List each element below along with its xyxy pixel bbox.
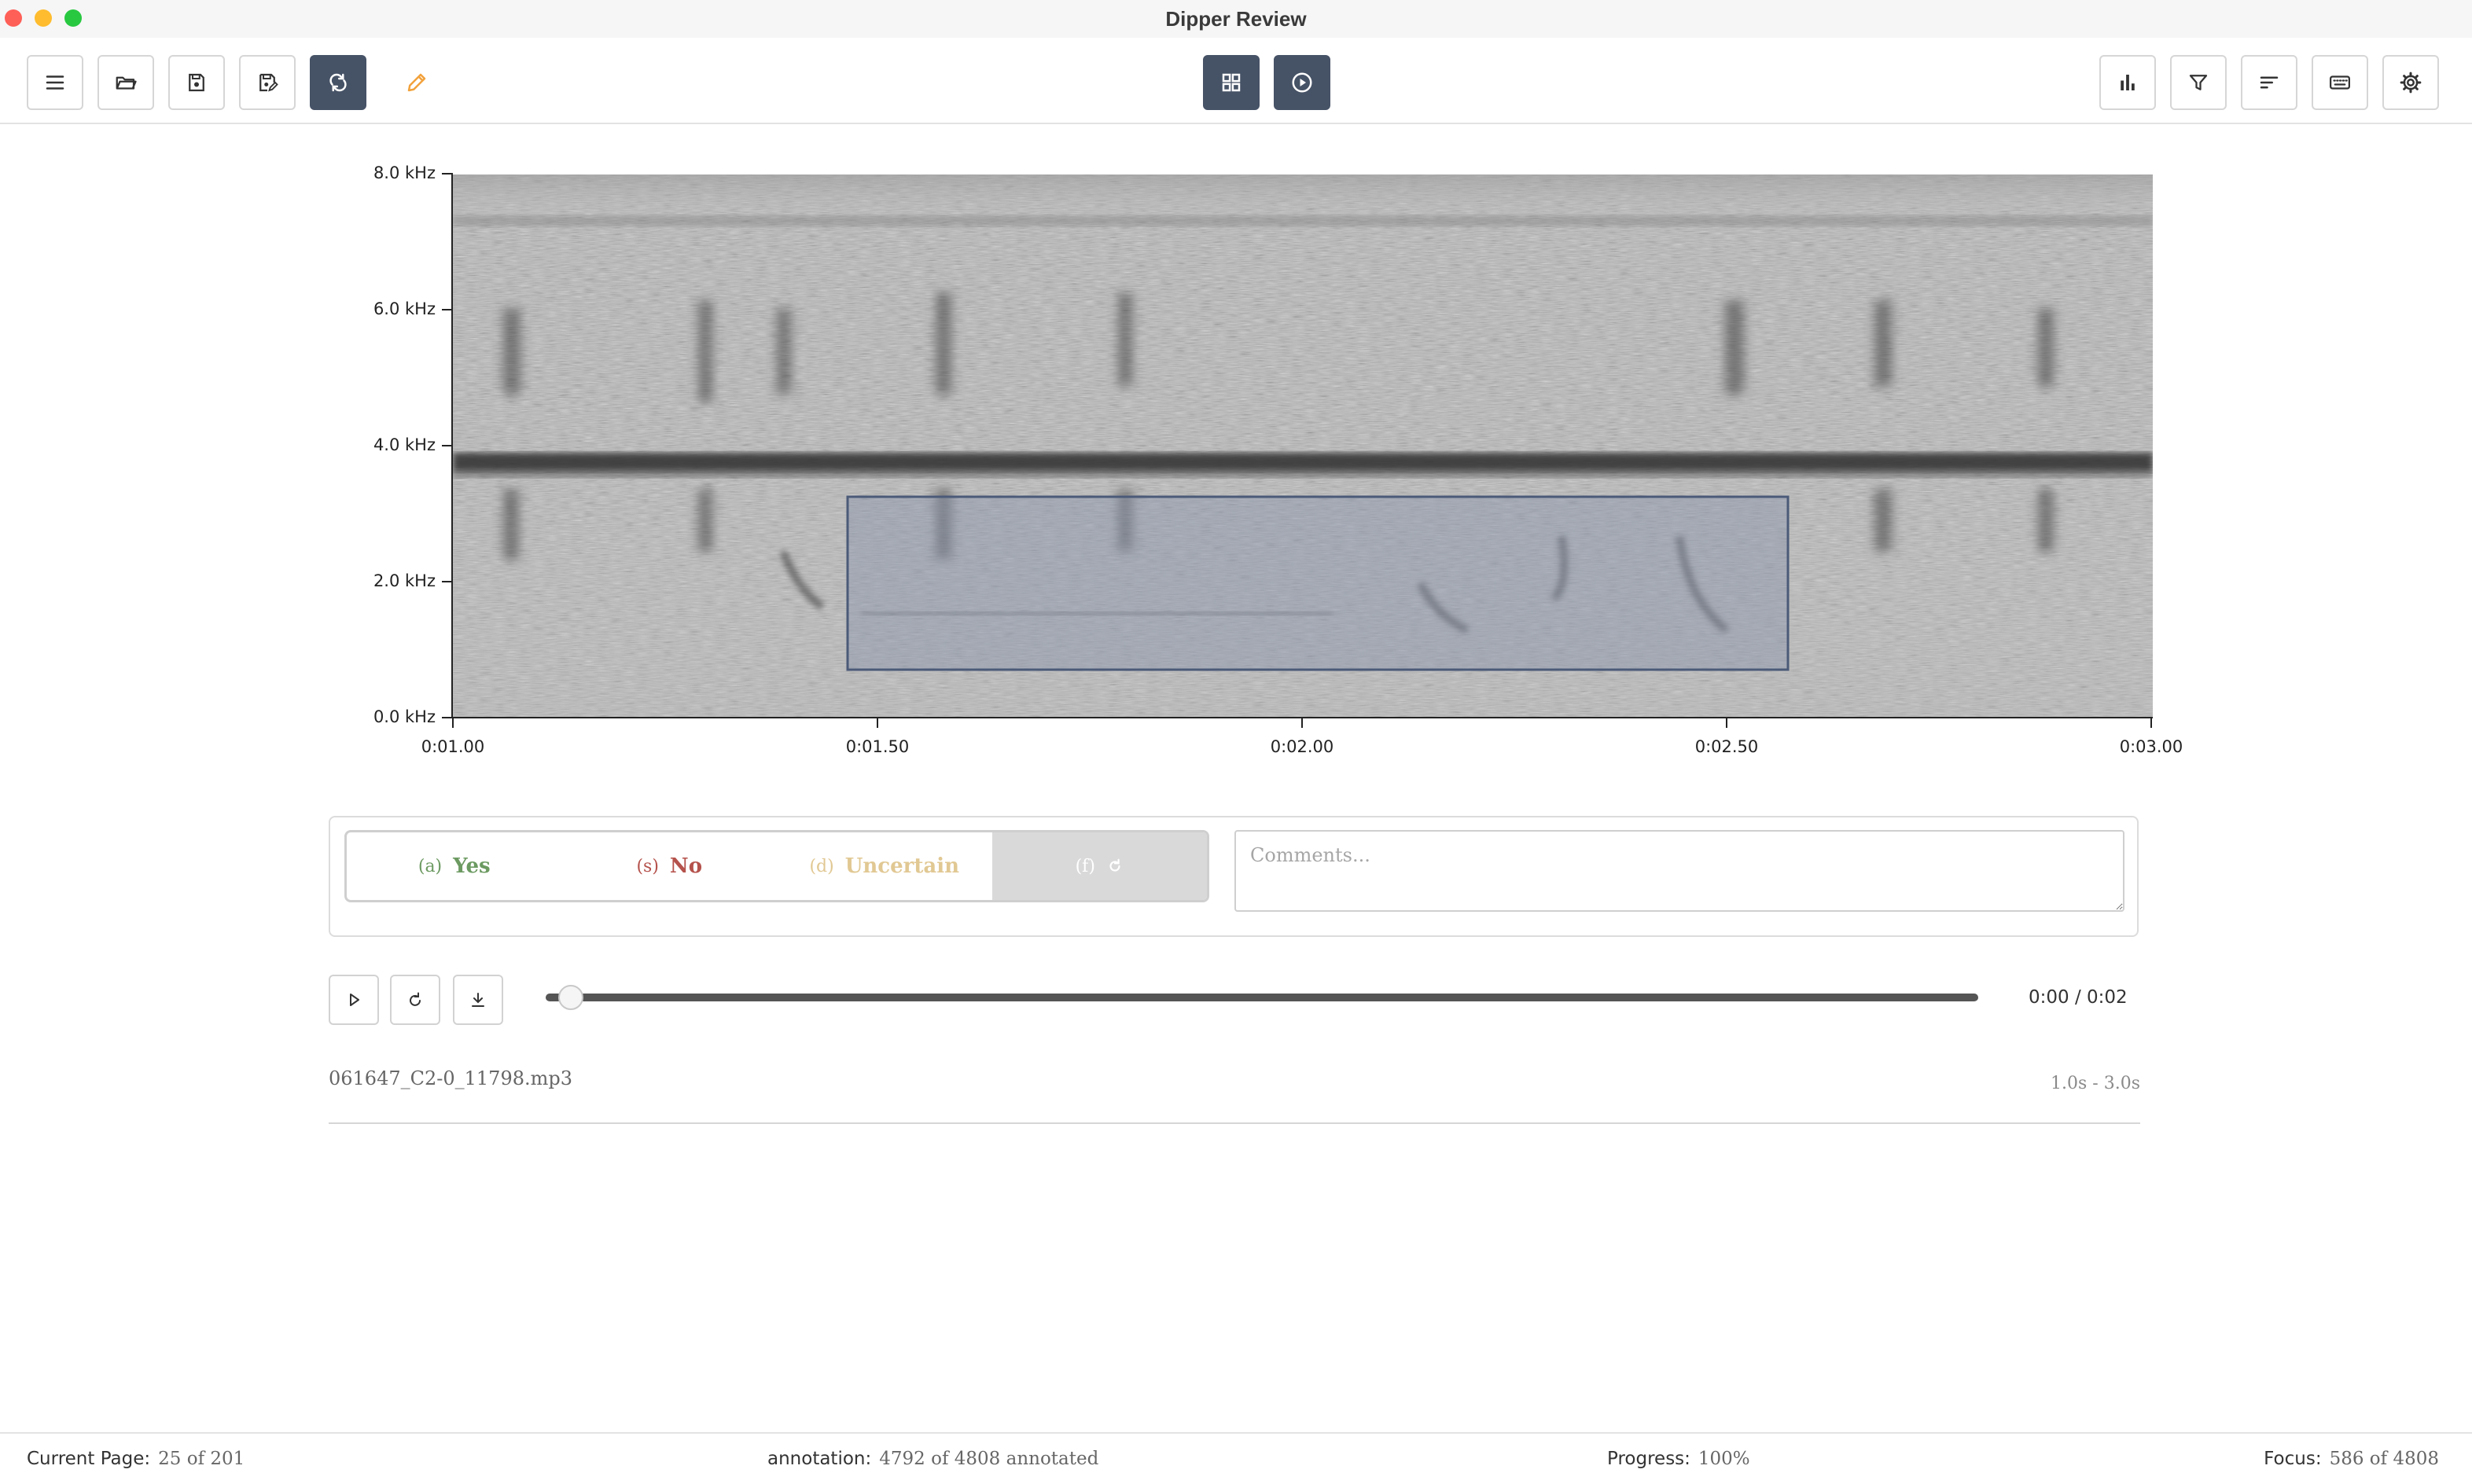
x-tick — [1726, 718, 1727, 728]
y-tick-label: 6.0 kHz — [373, 299, 436, 318]
window-title: Dipper Review — [1165, 6, 1307, 31]
y-tick-label: 0.0 kHz — [373, 707, 436, 726]
y-tick-label: 4.0 kHz — [373, 435, 436, 454]
x-tick — [877, 718, 878, 728]
status-value: 4792 of 4808 annotated — [879, 1449, 1099, 1469]
choice-yes-button[interactable]: (a) Yes — [347, 832, 562, 900]
edit-button[interactable] — [388, 55, 445, 110]
y-axis — [451, 173, 453, 718]
choice-label: Uncertain — [844, 854, 960, 878]
y-tick — [442, 173, 451, 174]
open-folder-button[interactable] — [97, 55, 154, 110]
x-tick — [1301, 718, 1303, 728]
download-button[interactable] — [453, 975, 503, 1025]
clip-filename: 061647_C2-0_11798.mp3 — [329, 1067, 572, 1089]
grid-view-button[interactable] — [1203, 55, 1260, 110]
pencil-icon — [407, 73, 426, 92]
choice-reset-button[interactable]: (f) — [991, 832, 1207, 900]
playback-slider-track[interactable] — [546, 994, 1978, 1001]
zoom-window-button[interactable] — [64, 9, 82, 27]
status-label: Current Page: — [27, 1449, 151, 1469]
refresh-button[interactable] — [310, 55, 366, 110]
autoplay-button[interactable] — [1274, 55, 1330, 110]
status-label: Focus: — [2264, 1449, 2322, 1469]
y-tick — [442, 309, 451, 310]
save-as-icon — [259, 73, 278, 92]
settings-gear-icon — [2400, 72, 2422, 94]
settings-button[interactable] — [2382, 55, 2439, 110]
annotation-choice-group: (a) Yes (s) No (d) Uncertain (f) — [344, 830, 1209, 902]
y-tick — [442, 717, 451, 718]
window-controls — [5, 9, 82, 27]
save-button[interactable] — [168, 55, 225, 110]
spectrogram-image[interactable] — [453, 174, 2153, 717]
bar-chart-icon — [2121, 75, 2135, 90]
menu-button[interactable] — [27, 55, 83, 110]
status-label: Progress: — [1607, 1449, 1690, 1469]
status-annotation: annotation: 4792 of 4808 annotated — [767, 1448, 1098, 1469]
reset-icon — [1109, 858, 1120, 872]
x-tick-label: 0:02.00 — [1270, 737, 1334, 756]
close-window-button[interactable] — [5, 9, 22, 27]
divider — [329, 1122, 2140, 1124]
x-tick — [2150, 718, 2152, 728]
grid-view-icon — [1222, 73, 1241, 92]
sort-icon — [2260, 76, 2279, 89]
annotation-panel: (a) Yes (s) No (d) Uncertain (f) — [329, 816, 2139, 937]
y-tick — [442, 445, 451, 446]
choice-label: No — [669, 854, 703, 878]
status-focus: Focus: 586 of 4808 — [2264, 1448, 2439, 1469]
y-tick-label: 8.0 kHz — [373, 163, 436, 182]
x-tick — [452, 718, 454, 728]
filter-icon — [2189, 75, 2208, 90]
x-tick-label: 0:01.00 — [421, 737, 485, 756]
sort-button[interactable] — [2241, 55, 2297, 110]
clip-range: 1.0s - 3.0s — [2051, 1074, 2140, 1093]
play-icon — [350, 994, 359, 1006]
keyboard-icon — [2330, 75, 2350, 90]
choice-key: (f) — [1075, 856, 1095, 876]
y-tick-label: 2.0 kHz — [373, 571, 436, 590]
folder-open-icon — [116, 76, 137, 90]
play-circle-icon — [1292, 72, 1312, 93]
x-tick-label: 0:03.00 — [2119, 737, 2183, 756]
choice-uncertain-button[interactable]: (d) Uncertain — [777, 832, 992, 900]
playback-slider-thumb[interactable] — [558, 985, 583, 1010]
status-value: 586 of 4808 — [2329, 1449, 2439, 1469]
y-tick — [442, 581, 451, 582]
status-label: annotation: — [767, 1449, 872, 1469]
comments-input[interactable] — [1234, 830, 2124, 912]
replay-icon — [410, 992, 421, 1006]
choice-key: (a) — [418, 856, 443, 876]
replay-button[interactable] — [390, 975, 440, 1025]
toolbar — [0, 38, 2472, 124]
choice-key: (s) — [636, 856, 659, 876]
stats-button[interactable] — [2099, 55, 2156, 110]
x-tick-label: 0:01.50 — [845, 737, 910, 756]
choice-key: (d) — [809, 856, 834, 876]
filter-button[interactable] — [2170, 55, 2227, 110]
title-bar: Dipper Review — [0, 0, 2472, 38]
save-as-button[interactable] — [239, 55, 296, 110]
status-value: 100% — [1698, 1449, 1750, 1469]
save-icon — [189, 73, 204, 92]
keyboard-shortcuts-button[interactable] — [2312, 55, 2368, 110]
choice-no-button[interactable]: (s) No — [562, 832, 778, 900]
choice-label: Yes — [453, 854, 491, 878]
status-current-page: Current Page: 25 of 201 — [27, 1448, 245, 1469]
x-tick-label: 0:02.50 — [1694, 737, 1759, 756]
download-icon — [472, 993, 484, 1007]
refresh-icon — [329, 73, 347, 92]
spectrogram-rendering — [453, 174, 2153, 717]
menu-icon — [46, 75, 64, 90]
status-value: 25 of 201 — [158, 1449, 245, 1469]
minimize-window-button[interactable] — [35, 9, 52, 27]
spectrogram-panel: 8.0 kHz 6.0 kHz 4.0 kHz 2.0 kHz 0.0 kHz … — [330, 157, 2202, 770]
status-progress: Progress: 100% — [1607, 1448, 1750, 1469]
playback-time: 0:00 / 0:02 — [2029, 987, 2128, 1008]
play-button[interactable] — [329, 975, 379, 1025]
status-bar: Current Page: 25 of 201 annotation: 4792 o… — [0, 1432, 2472, 1484]
